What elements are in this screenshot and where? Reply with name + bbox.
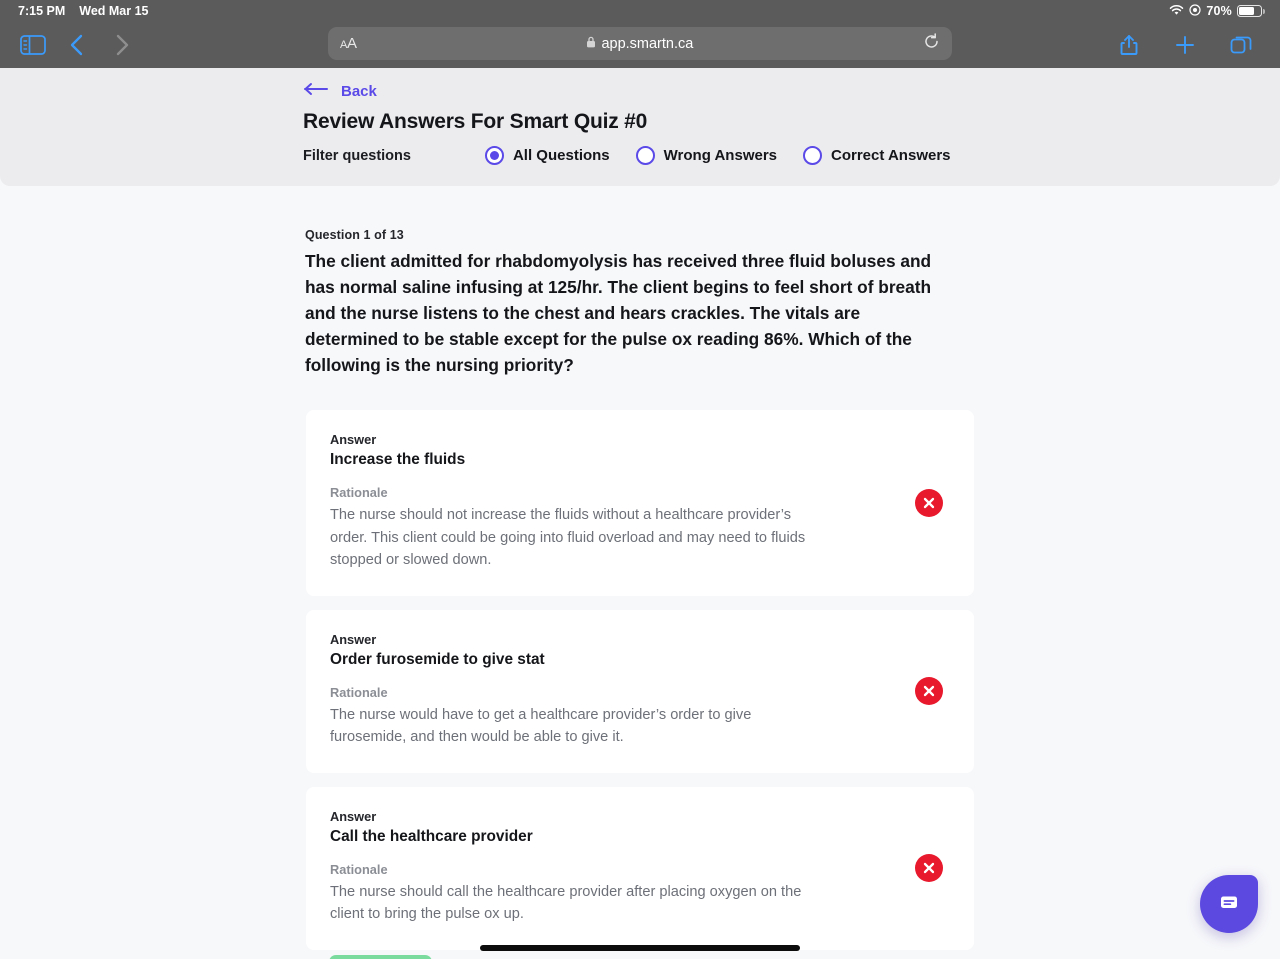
battery-icon [1237, 5, 1265, 17]
page-header-band: Back Review Answers For Smart Quiz #0 Fi… [0, 68, 1280, 186]
rationale-text: The nurse should call the healthcare pro… [330, 883, 802, 923]
circle-x-icon [915, 854, 943, 882]
text-size-icon[interactable]: AA [340, 35, 357, 52]
wifi-icon [1169, 4, 1184, 19]
filter-option-label: Correct Answers [831, 147, 951, 164]
chevron-right-icon [104, 30, 138, 60]
question-block: Question 1 of 13 The client admitted for… [0, 186, 931, 378]
answer-label: Answer [330, 808, 377, 824]
url-text: app.smartn.ca [601, 35, 694, 52]
share-icon[interactable] [1112, 30, 1146, 60]
arrow-left-icon [303, 82, 329, 100]
rationale-label: Rationale [330, 485, 388, 500]
page-content: Question 1 of 13 The client admitted for… [0, 186, 1280, 959]
radio-unselected-icon[interactable] [635, 146, 655, 165]
chat-widget-button[interactable] [1200, 875, 1258, 933]
answer-text: Increase the fluids [330, 451, 466, 468]
filter-option-label: Wrong Answers [663, 147, 778, 164]
tabs-icon[interactable] [1224, 30, 1258, 60]
status-date: Wed Mar 15 [79, 4, 149, 18]
reload-icon[interactable] [923, 32, 940, 55]
toolbar-left-group [0, 30, 138, 60]
url-display[interactable]: app.smartn.ca [357, 36, 923, 52]
ipad-safari-screen: 7:15 PM Wed Mar 15 70% AA app.smartn.ca … [0, 0, 1280, 959]
radio-selected-icon[interactable] [484, 146, 504, 165]
toolbar-right-group [1112, 30, 1280, 60]
filter-option-wrong-answers[interactable]: Wrong Answers [635, 146, 778, 165]
rationale-text: The nurse should not increase the fluids… [330, 507, 806, 568]
chat-bubble-icon [1217, 890, 1241, 919]
answer-label: Answer [330, 432, 377, 447]
answer-card[interactable]: Answer Call the healthcare provider Rati… [306, 786, 974, 950]
answer-card[interactable]: Answer Order furosemide to give stat Rat… [306, 609, 974, 773]
you-selected-badge: You Selected [329, 954, 433, 959]
battery-percent: 70% [1206, 4, 1232, 18]
answer-text: Order furosemide to give stat [330, 650, 545, 668]
home-indicator [480, 945, 800, 951]
filter-option-label: All Questions [512, 147, 610, 164]
answer-card-list: Answer Increase the fluids Rationale The… [0, 410, 1280, 959]
answer-text: Call the healthcare provider [330, 827, 533, 845]
circle-x-icon [915, 677, 943, 705]
filter-questions-group: Filter questions All Questions Wrong Ans… [303, 146, 1280, 165]
lock-icon [586, 36, 596, 52]
sidebar-toggle-icon[interactable] [16, 30, 50, 60]
page-title: Review Answers For Smart Quiz #0 [303, 110, 648, 133]
filter-option-all-questions[interactable]: All Questions [484, 146, 610, 165]
rationale-text: The nurse would have to get a healthcare… [330, 706, 752, 746]
filter-questions-label: Filter questions [303, 147, 411, 164]
status-bar-right: 70% [1169, 3, 1265, 19]
question-counter: Question 1 of 13 [305, 228, 404, 242]
status-time: 7:15 PM [18, 4, 66, 18]
plus-icon[interactable] [1168, 30, 1202, 60]
rationale-label: Rationale [330, 684, 388, 700]
location-icon [1189, 3, 1201, 19]
status-bar-left: 7:15 PM Wed Mar 15 [18, 4, 149, 18]
radio-unselected-icon[interactable] [803, 146, 823, 165]
address-bar[interactable]: AA app.smartn.ca [328, 27, 952, 60]
answer-card[interactable]: Answer Increase the fluids Rationale The… [306, 410, 974, 596]
back-button[interactable]: Back [303, 82, 377, 100]
chevron-left-icon[interactable] [60, 30, 94, 60]
circle-x-icon [915, 488, 943, 517]
rationale-label: Rationale [330, 861, 388, 877]
filter-option-correct-answers[interactable]: Correct Answers [803, 146, 951, 165]
question-text: The client admitted for rhabdomyolysis h… [305, 251, 932, 375]
browser-chrome: 7:15 PM Wed Mar 15 70% AA app.smartn.ca [0, 0, 1280, 68]
status-bar: 7:15 PM Wed Mar 15 70% [0, 0, 1280, 22]
back-label: Back [341, 82, 377, 100]
answer-label: Answer [330, 631, 377, 647]
